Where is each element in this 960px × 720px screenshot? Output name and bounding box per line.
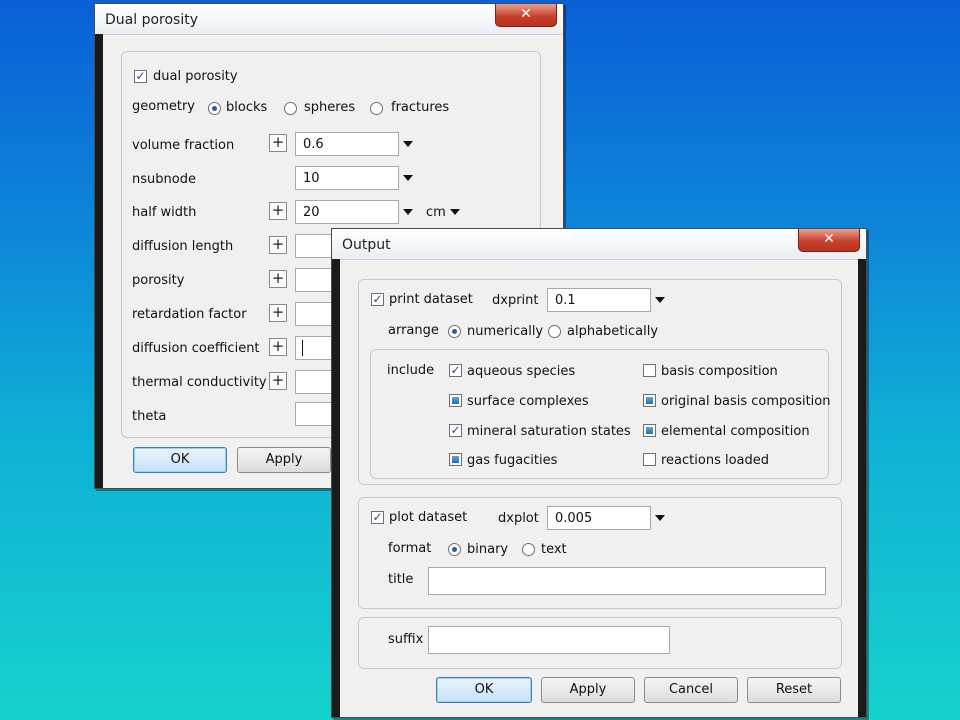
plot-dataset-label: plot dataset <box>389 510 468 525</box>
arrange-alphabetically-label: alphabetically <box>567 324 659 339</box>
output-cancel-button[interactable]: Cancel <box>644 677 738 703</box>
include-aqueous-species-label: aqueous species <box>467 364 576 379</box>
half-width-label: half width <box>132 205 197 220</box>
dxprint-label: dxprint <box>492 293 539 308</box>
include-label: include <box>387 363 435 378</box>
arrange-alphabetically-radio[interactable] <box>548 325 561 338</box>
porosity-label: porosity <box>132 273 185 288</box>
dual-porosity-titlebar[interactable]: Dual porosity ✕ <box>95 4 563 35</box>
dual-close-button[interactable]: ✕ <box>495 4 557 27</box>
include-surface-complexes-checkbox[interactable] <box>449 394 462 407</box>
output-window: Output ✕ ✓ print dataset dxprint 0.1 arr… <box>331 228 867 718</box>
geometry-spheres-label: spheres <box>304 100 356 115</box>
dual-porosity-label: dual porosity <box>153 69 238 84</box>
title-label: title <box>388 572 414 587</box>
thermal-conductivity-label: thermal conductivity <box>132 375 267 390</box>
porosity-plus-button[interactable]: + <box>269 270 287 288</box>
volume-fraction-dropdown-icon[interactable] <box>403 141 413 147</box>
include-original-basis-composition-label: original basis composition <box>661 394 831 409</box>
half-width-dropdown-icon[interactable] <box>403 209 413 215</box>
retardation-factor-plus-button[interactable]: + <box>269 304 287 322</box>
include-gas-fugacities-label: gas fugacities <box>467 453 558 468</box>
diffusion-length-plus-button[interactable]: + <box>269 236 287 254</box>
suffix-input[interactable] <box>428 626 670 654</box>
thermal-conductivity-plus-button[interactable]: + <box>269 372 287 390</box>
format-label: format <box>388 541 432 556</box>
include-reactions-loaded-label: reactions loaded <box>661 453 770 468</box>
format-text-label: text <box>541 542 567 557</box>
output-titlebar[interactable]: Output ✕ <box>332 229 866 260</box>
diffusion-coefficient-label: diffusion coefficient <box>132 341 260 356</box>
dual-porosity-title: Dual porosity <box>105 12 198 28</box>
diffusion-coefficient-plus-button[interactable]: + <box>269 338 287 356</box>
format-binary-radio[interactable] <box>448 543 461 556</box>
text-caret <box>302 340 303 356</box>
output-left-border <box>332 259 340 717</box>
include-gas-fugacities-checkbox[interactable] <box>449 453 462 466</box>
geometry-fractures-radio[interactable] <box>370 102 383 115</box>
half-width-unit-dropdown-icon[interactable] <box>450 209 460 215</box>
nsubnode-input[interactable]: 10 <box>295 166 399 190</box>
dxprint-input[interactable]: 0.1 <box>547 288 651 312</box>
geometry-label: geometry <box>132 99 196 114</box>
retardation-factor-label: retardation factor <box>132 307 247 322</box>
dual-ok-button[interactable]: OK <box>133 447 227 473</box>
include-mineral-saturation-states-checkbox[interactable]: ✓ <box>449 424 462 437</box>
title-input[interactable] <box>428 567 826 595</box>
theta-label: theta <box>132 409 167 424</box>
output-ok-button[interactable]: OK <box>436 677 532 703</box>
include-mineral-saturation-states-label: mineral saturation states <box>467 424 631 439</box>
suffix-label: suffix <box>388 632 424 647</box>
half-width-input[interactable]: 20 <box>295 200 399 224</box>
volume-fraction-plus-button[interactable]: + <box>269 134 287 152</box>
arrange-label: arrange <box>388 323 439 338</box>
volume-fraction-label: volume fraction <box>132 138 235 153</box>
dxprint-dropdown-icon[interactable] <box>655 297 665 303</box>
nsubnode-dropdown-icon[interactable] <box>403 175 413 181</box>
geometry-spheres-radio[interactable] <box>284 102 297 115</box>
arrange-numerically-label: numerically <box>467 324 544 339</box>
arrange-numerically-radio[interactable] <box>448 325 461 338</box>
output-right-border <box>858 259 866 717</box>
dxplot-label: dxplot <box>498 511 539 526</box>
include-reactions-loaded-checkbox[interactable] <box>643 453 656 466</box>
include-surface-complexes-label: surface complexes <box>467 394 589 409</box>
include-original-basis-composition-checkbox[interactable] <box>643 394 656 407</box>
format-binary-label: binary <box>467 542 509 557</box>
dual-apply-button[interactable]: Apply <box>237 447 331 473</box>
output-reset-button[interactable]: Reset <box>747 677 841 703</box>
geometry-fractures-label: fractures <box>391 100 450 115</box>
half-width-unit[interactable]: cm <box>426 205 446 220</box>
print-dataset-checkbox[interactable]: ✓ <box>371 293 384 306</box>
nsubnode-label: nsubnode <box>132 172 196 187</box>
half-width-plus-button[interactable]: + <box>269 202 287 220</box>
dual-left-border <box>95 34 103 488</box>
output-title: Output <box>342 237 391 253</box>
diffusion-length-label: diffusion length <box>132 239 234 254</box>
include-elemental-composition-label: elemental composition <box>661 424 810 439</box>
include-basis-composition-checkbox[interactable] <box>643 364 656 377</box>
print-dataset-label: print dataset <box>389 292 473 307</box>
geometry-blocks-radio[interactable] <box>208 102 221 115</box>
include-basis-composition-label: basis composition <box>661 364 778 379</box>
include-elemental-composition-checkbox[interactable] <box>643 424 656 437</box>
format-text-radio[interactable] <box>522 543 535 556</box>
dxplot-dropdown-icon[interactable] <box>655 515 665 521</box>
geometry-blocks-label: blocks <box>226 100 268 115</box>
output-close-button[interactable]: ✕ <box>798 229 860 252</box>
include-aqueous-species-checkbox[interactable]: ✓ <box>449 364 462 377</box>
volume-fraction-input[interactable]: 0.6 <box>295 132 399 156</box>
plot-dataset-checkbox[interactable]: ✓ <box>371 511 384 524</box>
dxplot-input[interactable]: 0.005 <box>547 506 651 530</box>
dual-porosity-checkbox[interactable]: ✓ <box>134 70 147 83</box>
output-apply-button[interactable]: Apply <box>541 677 635 703</box>
